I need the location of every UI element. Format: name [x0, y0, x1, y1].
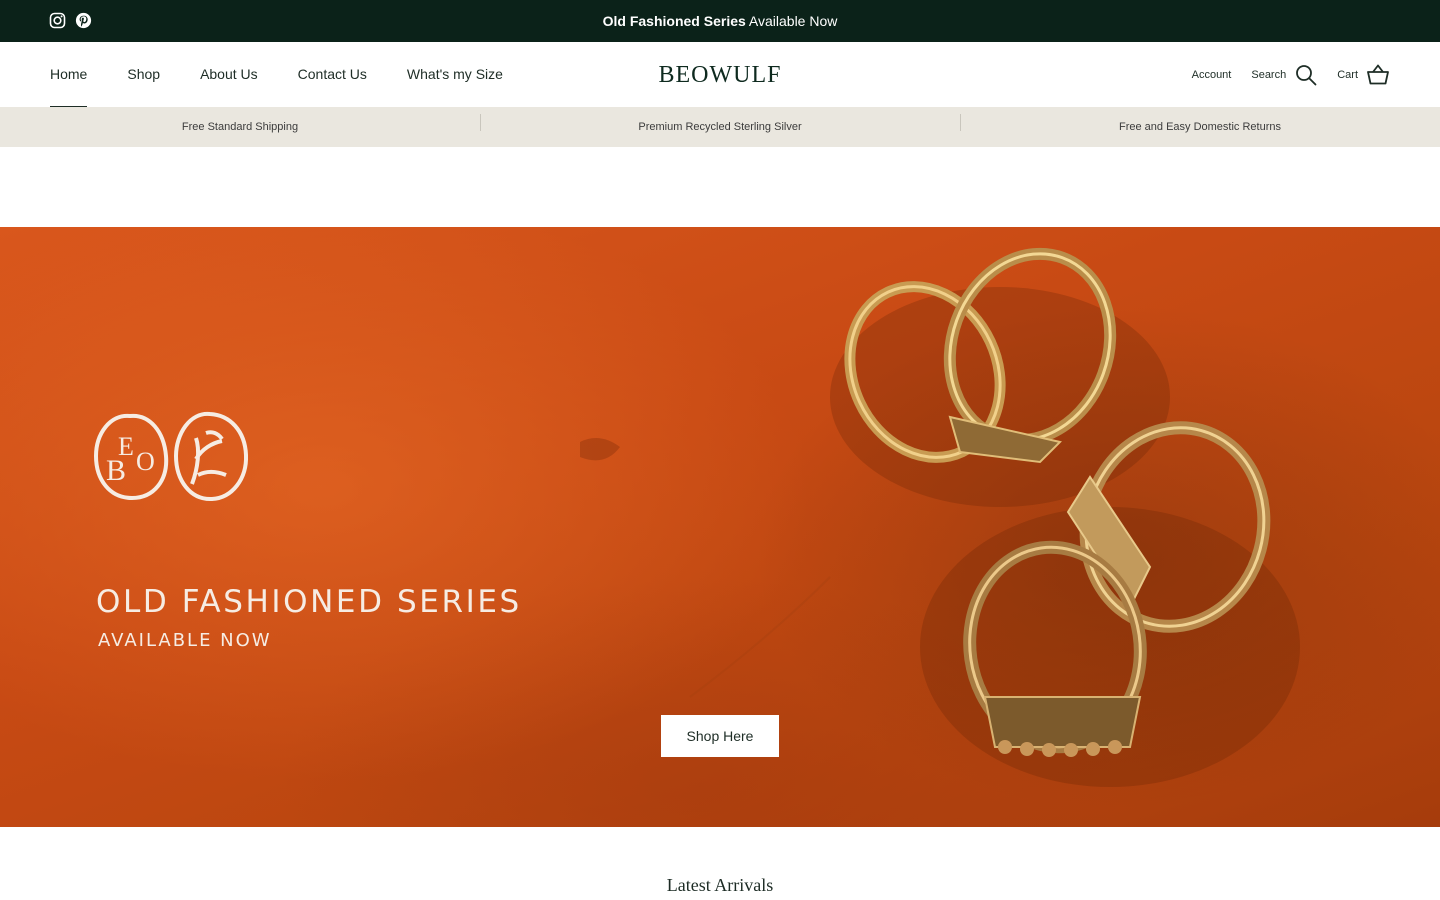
cart-label: Cart	[1337, 68, 1358, 81]
shop-here-button[interactable]: Shop Here	[661, 715, 779, 757]
search-icon	[1296, 64, 1317, 85]
svg-text:E: E	[118, 432, 134, 461]
account-link[interactable]: Account	[1192, 69, 1232, 81]
announcement-rest: Available Now	[745, 13, 838, 29]
announcement-bar: Old Fashioned Series Available Now	[0, 0, 1440, 42]
latest-arrivals-heading: Latest Arrivals	[666, 875, 774, 895]
site-header: Home Shop About Us Contact Us What's my …	[0, 42, 1440, 108]
search-label: Search	[1251, 68, 1287, 81]
announcement-text[interactable]: Old Fashioned Series Available Now	[0, 13, 1440, 29]
search-button[interactable]: Search	[1251, 64, 1317, 86]
hero-subtitle: AVAILABLE NOW	[98, 630, 272, 651]
account-label: Account	[1191, 68, 1232, 81]
usp-silver: Premium Recycled Sterling Silver	[480, 114, 960, 133]
announcement-bold: Old Fashioned Series	[602, 13, 746, 29]
usp-shipping: Free Standard Shipping	[181, 121, 299, 133]
svg-text:O: O	[136, 447, 155, 476]
hero-title: OLD FASHIONED SERIES	[96, 584, 522, 620]
usp-returns: Free and Easy Domestic Returns	[960, 114, 1440, 133]
cart-button[interactable]: Cart	[1337, 64, 1389, 85]
header-tools: Account Search Cart	[1172, 42, 1389, 107]
hero-banner[interactable]: B E O OLD FASHIONED SERIES AVAILABLE NOW…	[0, 227, 1440, 827]
basket-icon	[1367, 64, 1389, 85]
usp-bar: Free Standard Shipping Premium Recycled …	[0, 107, 1440, 147]
